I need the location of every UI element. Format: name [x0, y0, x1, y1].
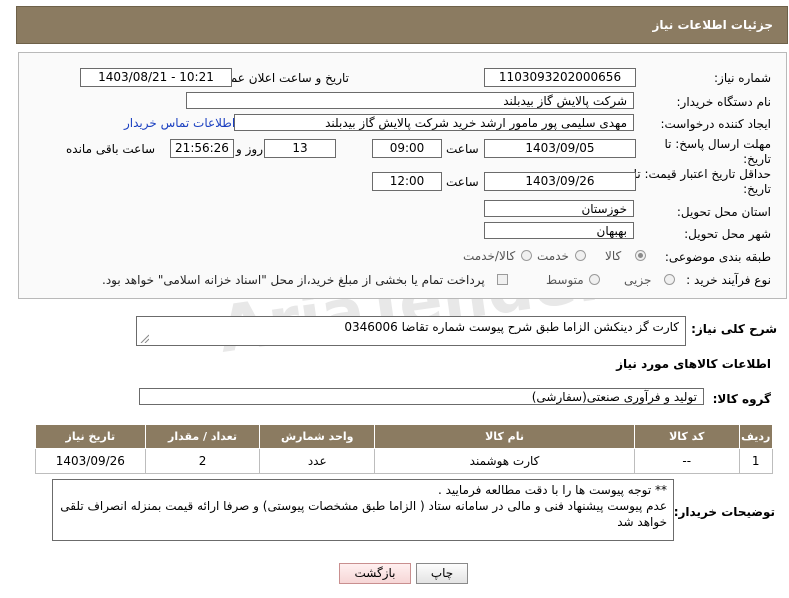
page-header: جزئیات اطلاعات نیاز	[16, 6, 788, 44]
buyer-contact-link[interactable]: اطلاعات تماس خریدار	[124, 116, 235, 130]
process-label: نوع فرآیند خرید :	[686, 273, 771, 287]
deadline-date-label: تاریخ:	[743, 152, 771, 166]
goods-group-label: گروه کالا:	[712, 392, 771, 406]
resize-handle-icon[interactable]	[139, 333, 149, 343]
treasury-payment-checkbox[interactable]	[497, 274, 508, 285]
buyer-notes-line-1: ** توجه پیوست ها را با دقت مطالعه فرمایی…	[437, 483, 667, 497]
creator-field: مهدی سلیمی پور مامور ارشد خرید شرکت پالا…	[234, 114, 634, 131]
category-option-goods: کالا	[605, 249, 622, 263]
days-label: روز و	[236, 142, 263, 156]
city-label: شهر محل تحویل:	[684, 227, 771, 241]
description-label: شرح کلی نیاز:	[691, 322, 777, 336]
deadline-date-field: 1403/09/05	[484, 139, 636, 158]
process-radio-minor[interactable]	[664, 274, 675, 285]
validity-date-label: تاریخ:	[743, 182, 771, 196]
cell-unit: عدد	[259, 448, 376, 474]
buyer-notes-line-3: خواهد شد	[617, 515, 667, 529]
category-option-service: خدمت	[537, 249, 569, 263]
table-row: 1 -- کارت هوشمند عدد 2 1403/09/26	[35, 448, 773, 474]
table-header-row: ردیف کد کالا نام کالا واحد شمارش تعداد /…	[35, 424, 773, 449]
deadline-time-field: 09:00	[372, 139, 442, 158]
buyer-notes-box: ** توجه پیوست ها را با دقت مطالعه فرمایی…	[52, 479, 674, 541]
category-option-goods-service: کالا/خدمت	[463, 249, 516, 263]
goods-group-field: تولید و فرآوری صنعتی(سفارشی)	[139, 388, 704, 405]
cell-name: کارت هوشمند	[374, 448, 635, 474]
goods-info-title: اطلاعات کالاهای مورد نیاز	[616, 357, 771, 371]
creator-label: ایجاد کننده درخواست:	[660, 117, 771, 131]
process-radio-medium[interactable]	[589, 274, 600, 285]
validity-date-field: 1403/09/26	[484, 172, 636, 191]
need-number-label: شماره نیاز:	[714, 71, 771, 85]
validity-time-label: ساعت	[446, 175, 479, 189]
cell-qty: 2	[144, 448, 261, 474]
col-header-qty: تعداد / مقدار	[144, 424, 261, 449]
province-field: خوزستان	[484, 200, 634, 217]
col-header-date: تاریخ نیاز	[35, 424, 146, 449]
col-header-unit: واحد شمارش	[259, 424, 376, 449]
remaining-time-label: ساعت باقی مانده	[66, 142, 156, 156]
goods-table: ردیف کد کالا نام کالا واحد شمارش تعداد /…	[35, 424, 773, 474]
description-text: کارت گز دینکشن الزاما طبق شرح پیوست شمار…	[344, 320, 679, 334]
validity-label: حداقل تاریخ اعتبار قیمت: تا	[633, 167, 771, 181]
city-field: بهبهان	[484, 222, 634, 239]
process-option-minor: جزیی	[624, 273, 652, 287]
remaining-time-field: 21:56:26	[170, 139, 234, 158]
col-header-name: نام کالا	[374, 424, 635, 449]
buyer-org-label: نام دستگاه خریدار:	[676, 95, 772, 109]
print-button[interactable]: چاپ	[416, 563, 468, 584]
days-remaining-field: 13	[264, 139, 336, 158]
need-number-field: 1103093202000656	[484, 68, 636, 87]
category-radio-goods[interactable]	[635, 250, 646, 261]
treasury-payment-note: پرداخت تمام یا بخشی از مبلغ خرید،از محل …	[102, 273, 485, 287]
announce-field: 1403/08/21 - 10:21	[80, 68, 232, 87]
province-label: استان محل تحویل:	[676, 205, 771, 219]
validity-time-field: 12:00	[372, 172, 442, 191]
buyer-notes-label: توضیحات خریدار:	[673, 505, 775, 519]
buyer-org-field: شرکت پالایش گاز بیدبلند	[186, 92, 634, 109]
buyer-notes-line-2: عدم پیوست پیشنهاد فنی و مالی در سامانه س…	[60, 499, 667, 513]
cell-row: 1	[738, 448, 773, 474]
category-radio-service[interactable]	[575, 250, 586, 261]
col-header-row: ردیف	[738, 424, 773, 449]
deadline-time-label: ساعت	[446, 142, 479, 156]
category-radio-goods-service[interactable]	[521, 250, 532, 261]
description-box: کارت گز دینکشن الزاما طبق شرح پیوست شمار…	[136, 316, 686, 346]
page-title: جزئیات اطلاعات نیاز	[652, 18, 773, 32]
process-option-medium: متوسط	[546, 273, 584, 287]
cell-date: 1403/09/26	[35, 448, 146, 474]
col-header-code: کد کالا	[633, 424, 740, 449]
deadline-label: مهلت ارسال پاسخ: تا	[664, 137, 771, 151]
back-button[interactable]: بازگشت	[339, 563, 411, 584]
cell-code: --	[633, 448, 740, 474]
category-label: طبقه بندی موضوعی:	[664, 250, 771, 264]
